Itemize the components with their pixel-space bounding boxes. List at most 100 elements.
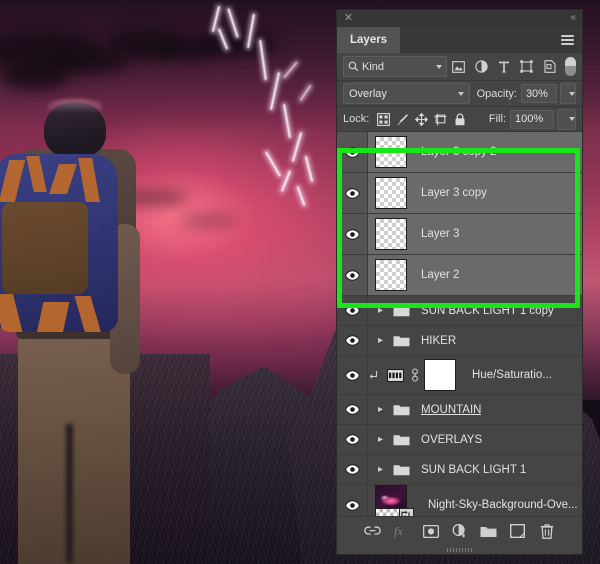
- smart-object-badge-icon: [399, 508, 414, 516]
- opacity-input[interactable]: 30%: [520, 84, 558, 103]
- layer-visibility-toggle[interactable]: [337, 173, 368, 213]
- layer-visibility-toggle[interactable]: [337, 356, 368, 394]
- backpack-pattern: [0, 160, 26, 202]
- opacity-value: 30%: [525, 87, 548, 100]
- panel-menu-hamburger-icon[interactable]: [561, 35, 574, 45]
- chevron-down-icon: [457, 91, 464, 96]
- close-icon[interactable]: ✕: [343, 13, 354, 24]
- chevron-right-icon[interactable]: ▸: [373, 404, 388, 415]
- lock-position-move-icon[interactable]: [412, 110, 431, 129]
- link-layers-icon[interactable]: [364, 522, 382, 540]
- filter-kind-dropdown[interactable]: Kind: [343, 56, 448, 77]
- backpack-pattern: [26, 156, 47, 192]
- layer-style-fx-icon[interactable]: fx: [393, 522, 411, 540]
- layer-thumbnail-wrap[interactable]: [368, 259, 414, 291]
- eye-icon: [344, 464, 360, 475]
- layer-thumbnail: [375, 218, 407, 250]
- chevron-right-icon[interactable]: ▸: [373, 305, 388, 316]
- layer-thumbnail-wrap[interactable]: [368, 136, 414, 168]
- filter-adjustment-layers-icon[interactable]: [470, 56, 493, 78]
- eye-icon: [344, 369, 360, 381]
- chevron-right-icon[interactable]: ▸: [373, 335, 388, 346]
- layer-row[interactable]: ▸ SUN BACK LIGHT 1: [337, 455, 582, 485]
- layer-row[interactable]: Layer 3 copy: [337, 173, 582, 214]
- lock-artboard-nesting-icon[interactable]: [431, 110, 450, 129]
- layer-visibility-toggle[interactable]: [337, 425, 368, 454]
- layer-row[interactable]: ▸ HIKER: [337, 326, 582, 356]
- layer-visibility-toggle[interactable]: [337, 326, 368, 355]
- layer-list[interactable]: Layer 3 copy 2 Layer 3 copy Layer 3 Laye…: [337, 132, 582, 516]
- filter-shape-layers-icon[interactable]: [516, 56, 539, 78]
- layer-name[interactable]: Layer 3: [421, 228, 459, 240]
- layer-visibility-toggle[interactable]: [337, 214, 368, 254]
- layer-thumbnail-wrap[interactable]: [368, 485, 414, 516]
- blend-mode-dropdown[interactable]: Overlay: [343, 83, 470, 104]
- layer-name[interactable]: SUN BACK LIGHT 1 copy: [421, 305, 554, 317]
- layer-mask-thumbnail[interactable]: [424, 359, 456, 391]
- layer-visibility-toggle[interactable]: [337, 255, 368, 295]
- lock-all-padlock-icon[interactable]: [450, 110, 469, 129]
- fill-slider-toggle[interactable]: [557, 108, 576, 130]
- folder-icon: [388, 334, 414, 347]
- new-layer-icon[interactable]: [509, 522, 527, 540]
- layer-name[interactable]: OVERLAYS: [421, 434, 482, 446]
- layer-name[interactable]: Layer 3 copy: [421, 187, 487, 199]
- layer-thumbnail-wrap[interactable]: [368, 218, 414, 250]
- add-layer-mask-icon[interactable]: [422, 522, 440, 540]
- layer-visibility-toggle[interactable]: [337, 296, 368, 325]
- layer-row[interactable]: Hue/Saturatio...: [337, 356, 582, 395]
- fill-input[interactable]: 100%: [510, 109, 554, 129]
- layer-row[interactable]: Layer 2: [337, 255, 582, 296]
- hue-saturation-adjustment-icon[interactable]: [384, 368, 406, 382]
- layer-row[interactable]: ▸ OVERLAYS: [337, 425, 582, 455]
- collapse-double-chevron-icon[interactable]: «: [570, 12, 575, 23]
- hiker-backpack: [0, 154, 118, 332]
- layer-visibility-toggle[interactable]: [337, 132, 368, 172]
- layer-row[interactable]: ▸ MOUNTAIN: [337, 395, 582, 425]
- chevron-right-icon[interactable]: ▸: [373, 434, 388, 445]
- filter-enable-toggle[interactable]: [565, 57, 577, 76]
- layer-name[interactable]: Layer 2: [421, 269, 459, 281]
- chevron-down-icon: [569, 91, 576, 96]
- link-mask-icon[interactable]: [406, 368, 424, 382]
- layer-name[interactable]: Night-Sky-Background-Ove...: [428, 499, 578, 511]
- lock-transparent-pixels-icon[interactable]: [374, 110, 393, 129]
- filter-smart-object-layers-icon[interactable]: [538, 56, 561, 78]
- chevron-right-icon[interactable]: ▸: [373, 464, 388, 475]
- folder-icon: [388, 403, 414, 416]
- delete-layer-icon[interactable]: [538, 522, 556, 540]
- layer-row[interactable]: Layer 3 copy 2: [337, 132, 582, 173]
- tabbar-empty-space: [400, 27, 582, 53]
- clipping-mask-arrow-icon: [368, 370, 384, 381]
- lock-image-pixels-brush-icon[interactable]: [393, 110, 412, 129]
- panel-resize-grip[interactable]: [337, 545, 582, 554]
- hiker-hair-highlight: [48, 99, 102, 113]
- layer-name[interactable]: Hue/Saturatio...: [472, 369, 552, 381]
- layers-bottom-toolbar: fx: [337, 516, 582, 545]
- layer-row[interactable]: Night-Sky-Background-Ove...: [337, 485, 582, 516]
- chevron-down-icon: [569, 117, 575, 121]
- layer-thumbnail-wrap[interactable]: [368, 177, 414, 209]
- layer-name[interactable]: SUN BACK LIGHT 1: [421, 464, 526, 476]
- hiker-figure: [0, 94, 175, 564]
- opacity-slider-toggle[interactable]: [560, 83, 577, 104]
- svg-text:fx: fx: [394, 524, 403, 538]
- eye-icon: [344, 269, 360, 281]
- filter-pixel-layers-icon[interactable]: [447, 56, 470, 78]
- tab-layers[interactable]: Layers: [337, 27, 401, 53]
- backpack-pattern: [0, 294, 23, 332]
- filter-type-layers-icon[interactable]: [493, 56, 516, 78]
- layer-row[interactable]: ▸ SUN BACK LIGHT 1 copy: [337, 296, 582, 326]
- layer-name[interactable]: Layer 3 copy 2: [421, 146, 496, 158]
- new-group-icon[interactable]: [480, 522, 498, 540]
- layer-filter-row: Kind: [337, 53, 582, 81]
- layer-row[interactable]: Layer 3: [337, 214, 582, 255]
- backpack-pattern: [78, 158, 100, 202]
- layer-name[interactable]: MOUNTAIN: [421, 404, 481, 416]
- layer-visibility-toggle[interactable]: [337, 485, 368, 516]
- layer-visibility-toggle[interactable]: [337, 395, 368, 424]
- layer-name[interactable]: HIKER: [421, 335, 456, 347]
- new-adjustment-layer-icon[interactable]: [451, 522, 469, 540]
- layer-visibility-toggle[interactable]: [337, 455, 368, 484]
- panel-titlebar: ✕ «: [337, 10, 582, 27]
